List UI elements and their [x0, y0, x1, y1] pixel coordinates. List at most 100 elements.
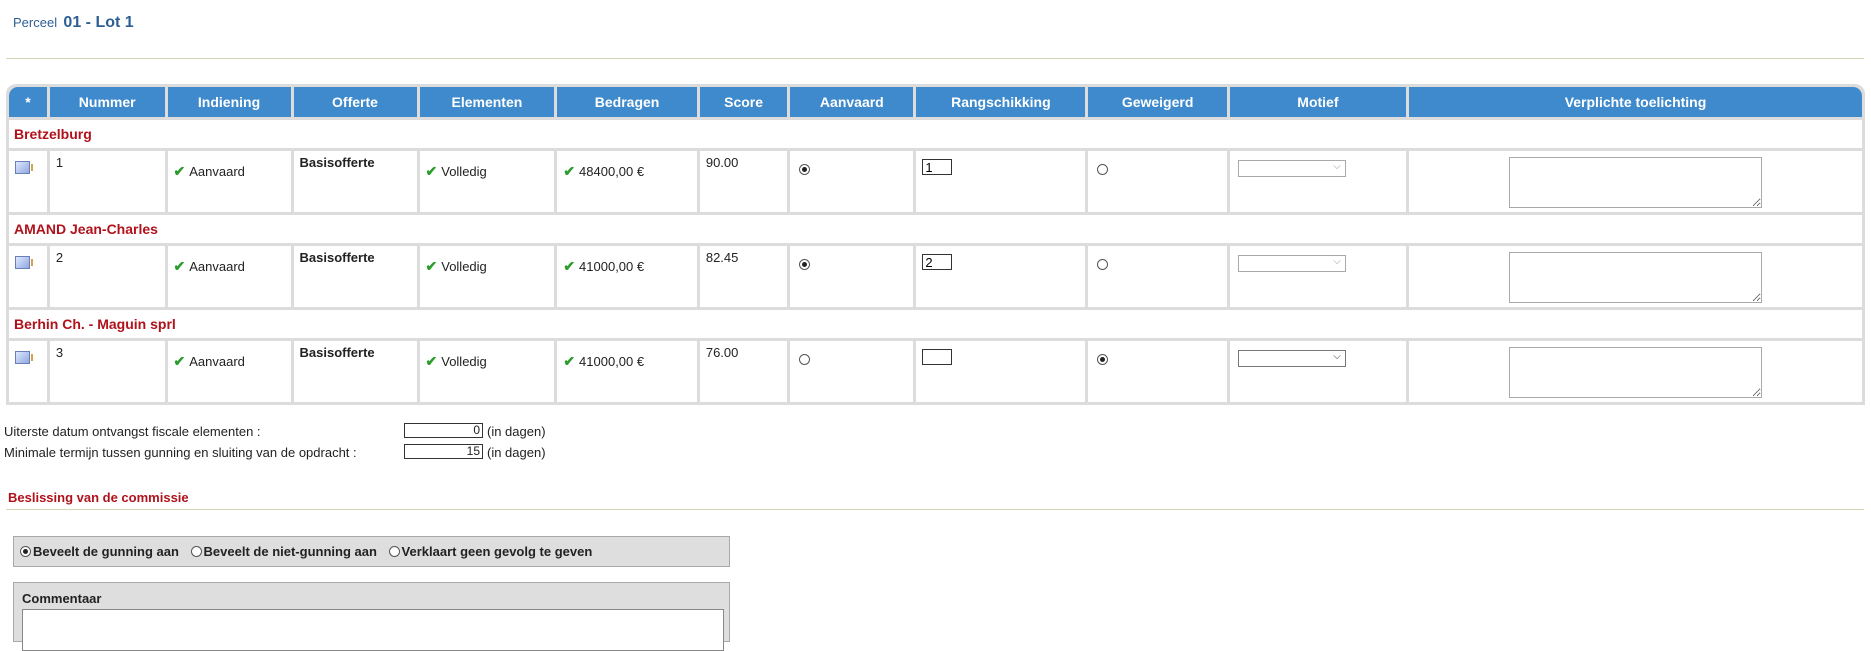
decision-radio[interactable] [190, 546, 202, 557]
document-icon[interactable] [15, 351, 33, 364]
min-term-label: Minimale termijn tussen gunning en sluit… [4, 445, 357, 460]
rank-input[interactable] [922, 254, 953, 270]
min-term-row: Minimale termijn tussen gunning en sluit… [4, 444, 546, 460]
cell-score: 76.00 [699, 341, 788, 402]
document-icon[interactable] [15, 161, 33, 174]
offers-table: * Nummer Indiening Offerte Elementen Bed… [6, 84, 1865, 405]
table-row: 2 ✔ Aanvaard Basisofferte ✔ Volledig ✔ 4100… [9, 246, 1862, 307]
col-header-bedragen: Bedragen [557, 87, 697, 117]
chevron-down-icon: ⌵ [1333, 256, 1341, 267]
cell-offerte: Basisofferte [293, 341, 417, 402]
elementen-value: Volledig [441, 259, 487, 274]
aanvaard-radio[interactable] [799, 259, 811, 270]
cell-rang [916, 341, 1086, 402]
decision-option-no-award[interactable]: Beveelt de niet-gunning aan [190, 544, 377, 559]
company-name: AMAND Jean-Charles [9, 215, 1862, 243]
decision-option-label: Beveelt de gunning aan [33, 544, 179, 559]
aanvaard-radio[interactable] [799, 354, 811, 365]
fiscal-deadline-unit: (in dagen) [487, 424, 546, 439]
motief-select[interactable]: ⌵ [1237, 160, 1346, 177]
col-header-toelichting: Verplichte toelichting [1409, 87, 1862, 117]
cell-geweigerd [1088, 151, 1227, 212]
col-header-indiening: Indiening [167, 87, 291, 117]
cell-aanvaard [790, 341, 914, 402]
cell-score: 82.45 [699, 246, 788, 307]
bedragen-value: 41000,00 € [579, 354, 645, 369]
decision-option-no-follow-up[interactable]: Verklaart geen gevolg te geven [388, 544, 592, 559]
toelichting-textarea[interactable] [1509, 347, 1762, 398]
table-row: 3 ✔ Aanvaard Basisofferte ✔ Volledig ✔ 4100… [9, 341, 1862, 402]
bedragen-value: 41000,00 € [579, 259, 645, 274]
cell-motief: ⌵ [1229, 246, 1406, 307]
cell-rang [916, 151, 1086, 212]
cell-nummer: 3 [49, 341, 165, 402]
cell-toelichting [1409, 151, 1862, 212]
company-name: Berhin Ch. - Maguin sprl [9, 310, 1862, 338]
min-term-unit: (in dagen) [487, 445, 546, 460]
cell-offerte: Basisofferte [293, 246, 417, 307]
cell-indiening: ✔ Aanvaard [167, 151, 291, 212]
company-name: Bretzelburg [9, 120, 1862, 148]
elementen-value: Volledig [441, 164, 487, 179]
cell-score: 90.00 [699, 151, 788, 212]
cell-rang [916, 246, 1086, 307]
decision-option-award[interactable]: Beveelt de gunning aan [20, 544, 179, 559]
rank-input[interactable] [922, 349, 953, 365]
title-lot: 01 - Lot 1 [63, 14, 134, 31]
cell-indiening: ✔ Aanvaard [167, 341, 291, 402]
comment-box: Commentaar [13, 582, 730, 651]
motief-select[interactable]: ⌵ [1237, 350, 1346, 367]
decision-section-title: Beslissing van de commissie [8, 490, 189, 505]
cell-toelichting [1409, 341, 1862, 402]
col-header-motief: Motief [1229, 87, 1406, 117]
toelichting-textarea[interactable] [1509, 252, 1762, 303]
cell-aanvaard [790, 246, 914, 307]
cell-icon [9, 151, 47, 212]
chevron-down-icon: ⌵ [1333, 161, 1341, 172]
checkmark-icon: ✔ [173, 163, 186, 179]
col-header-nummer: Nummer [49, 87, 165, 117]
geweigerd-radio[interactable] [1097, 164, 1109, 175]
cell-nummer: 2 [49, 246, 165, 307]
checkmark-icon: ✔ [173, 353, 186, 369]
decision-option-label: Beveelt de niet-gunning aan [203, 544, 377, 559]
min-term-input[interactable]: 15 [404, 444, 483, 459]
toelichting-textarea[interactable] [1509, 157, 1762, 208]
fiscal-deadline-row: Uiterste datum ontvangst fiscale element… [4, 423, 546, 439]
fiscal-deadline-input[interactable]: 0 [404, 423, 483, 438]
geweigerd-radio[interactable] [1097, 259, 1109, 270]
cell-motief: ⌵ [1229, 151, 1406, 212]
company-row: Berhin Ch. - Maguin sprl [9, 310, 1862, 338]
checkmark-icon: ✔ [173, 258, 186, 274]
cell-icon [9, 246, 47, 307]
decision-radio[interactable] [20, 546, 31, 557]
checkmark-icon: ✔ [425, 353, 438, 369]
cell-aanvaard [790, 151, 914, 212]
decision-radio[interactable] [388, 546, 400, 557]
table-header-row: * Nummer Indiening Offerte Elementen Bed… [9, 87, 1862, 117]
col-header-aanvaard: Aanvaard [790, 87, 914, 117]
table-row: 1 ✔ Aanvaard Basisofferte ✔ Volledig ✔ 4840… [9, 151, 1862, 212]
company-row: Bretzelburg [9, 120, 1862, 148]
chevron-down-icon: ⌵ [1333, 351, 1341, 362]
aanvaard-radio[interactable] [799, 164, 811, 175]
col-header-rangschikking: Rangschikking [916, 87, 1086, 117]
document-icon[interactable] [15, 256, 33, 269]
indiening-value: Aanvaard [189, 164, 245, 179]
motief-select[interactable]: ⌵ [1237, 255, 1346, 272]
indiening-value: Aanvaard [189, 354, 245, 369]
geweigerd-radio[interactable] [1097, 354, 1109, 365]
cell-bedragen: ✔ 41000,00 € [557, 246, 697, 307]
title-prefix: Perceel [13, 15, 58, 30]
checkmark-icon: ✔ [563, 163, 576, 179]
fiscal-deadline-label: Uiterste datum ontvangst fiscale element… [4, 424, 261, 439]
comment-textarea[interactable] [22, 609, 724, 651]
rank-input[interactable] [922, 159, 953, 175]
company-row: AMAND Jean-Charles [9, 215, 1862, 243]
bedragen-value: 48400,00 € [579, 164, 645, 179]
cell-icon [9, 341, 47, 402]
cell-toelichting [1409, 246, 1862, 307]
decision-options: Beveelt de gunning aan Beveelt de niet-g… [13, 536, 730, 567]
cell-elementen: ✔ Volledig [419, 246, 555, 307]
col-header-score: Score [699, 87, 788, 117]
